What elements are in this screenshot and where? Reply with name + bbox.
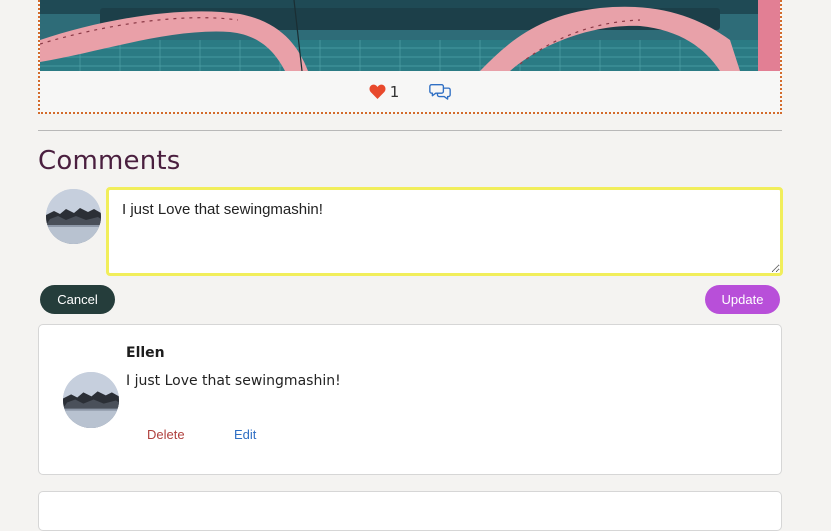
section-divider xyxy=(38,130,782,131)
edit-comment-link[interactable]: Edit xyxy=(234,427,256,442)
comment-textarea[interactable]: I just Love that sewingmashin! xyxy=(106,187,783,276)
avatar xyxy=(46,189,101,244)
delete-comment-link[interactable]: Delete xyxy=(147,427,185,442)
avatar xyxy=(63,372,119,428)
post-actions: 1 xyxy=(40,71,780,112)
comment-card: Ellen I just Love that sewingmashin! Del… xyxy=(38,324,782,475)
heart-icon xyxy=(369,84,386,99)
comment-card xyxy=(38,491,782,531)
speech-bubbles-icon xyxy=(429,83,452,100)
like-button[interactable]: 1 xyxy=(369,82,400,101)
sewing-machine-photo xyxy=(40,0,780,71)
comment-text: I just Love that sewingmashin! xyxy=(126,373,341,389)
comment-author: Ellen xyxy=(126,345,165,361)
post-card: 1 xyxy=(38,0,782,114)
comment-button[interactable] xyxy=(429,83,452,100)
cancel-button[interactable]: Cancel xyxy=(40,285,115,314)
like-count: 1 xyxy=(389,82,400,101)
comments-title: Comments xyxy=(38,146,181,176)
post-image xyxy=(40,0,780,71)
update-button[interactable]: Update xyxy=(705,285,780,314)
